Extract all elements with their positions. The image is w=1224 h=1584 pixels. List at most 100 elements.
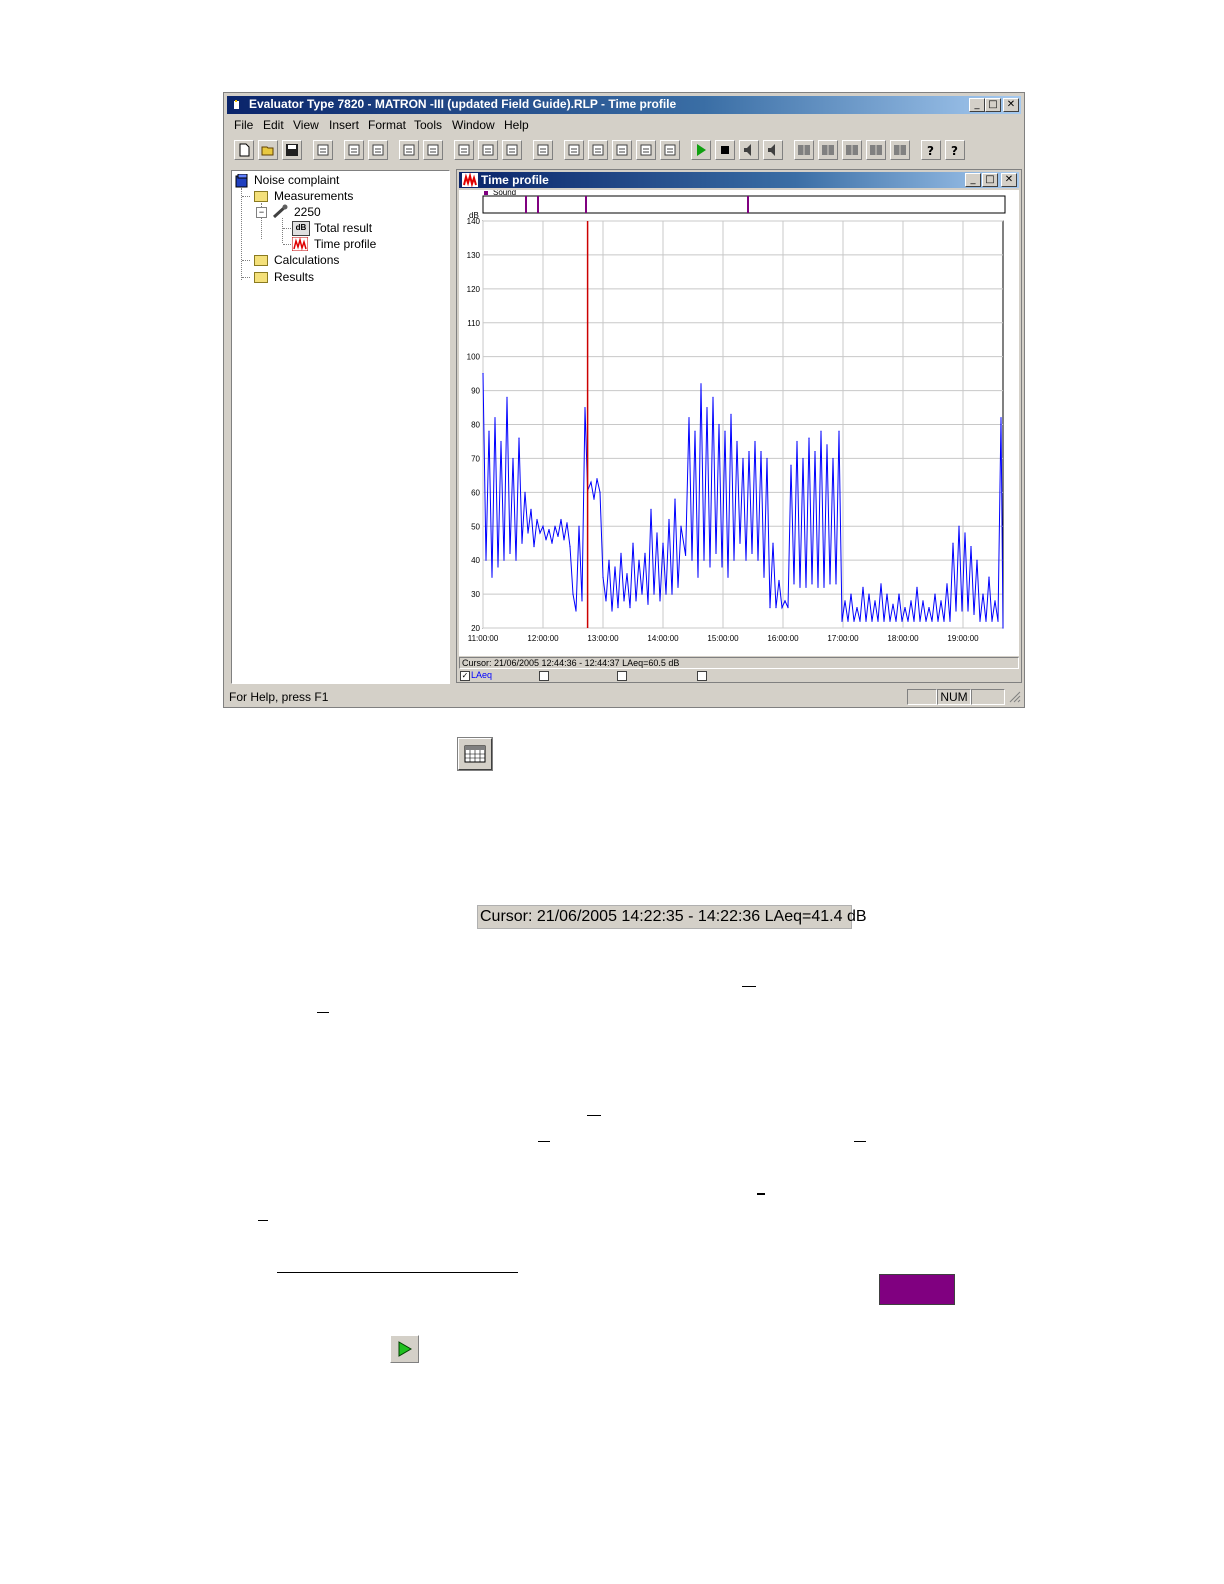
- laeq-data-point: [871, 620, 873, 622]
- child-close-button[interactable]: ✕: [1001, 173, 1017, 187]
- plot-area[interactable]: Sound dB 140 130 120 110 100 90 80 70 60 50 40 30 20 11…: [459, 188, 1019, 656]
- status-help-text: For Help, press F1: [229, 690, 329, 704]
- close-button[interactable]: ✕: [1003, 98, 1019, 112]
- speaker-off-button[interactable]: [763, 140, 783, 160]
- y-tick-label: 100: [467, 353, 481, 362]
- menu-insert[interactable]: Insert: [329, 118, 359, 132]
- marker-legend-swatch: [484, 191, 488, 195]
- laeq-data-point: [656, 532, 658, 534]
- new-button[interactable]: [234, 140, 254, 160]
- speaker-on-button[interactable]: [739, 140, 759, 160]
- play-button[interactable]: [390, 1335, 419, 1363]
- print-preview-button[interactable]: [344, 140, 364, 160]
- save-button[interactable]: [282, 140, 302, 160]
- menu-help[interactable]: Help: [504, 118, 529, 132]
- collapse-toggle[interactable]: −: [256, 207, 267, 218]
- laeq-data-point: [769, 607, 771, 609]
- stop-button[interactable]: [715, 140, 735, 160]
- laeq-data-point: [554, 525, 556, 527]
- tools-button[interactable]: [478, 140, 498, 160]
- laeq-data-point: [778, 579, 780, 582]
- laeq-data-point: [907, 620, 909, 622]
- laeq-data-point: [659, 600, 661, 602]
- laeq-data-point: [575, 610, 577, 612]
- x-tick-label: 12:00:00: [527, 634, 559, 643]
- copy-icon: [317, 144, 329, 156]
- edit-button[interactable]: [423, 140, 443, 160]
- tree-node-total-result[interactable]: Total result: [314, 221, 372, 235]
- help-button[interactable]: ?: [921, 140, 941, 160]
- tree-view[interactable]: Noise complaint Measurements − 2250 dB T…: [231, 170, 450, 684]
- underscore-mark: [258, 1220, 268, 1221]
- play-button[interactable]: [691, 140, 711, 160]
- minimize-button[interactable]: _: [969, 98, 985, 112]
- menu-view[interactable]: View: [293, 118, 319, 132]
- menu-edit[interactable]: Edit: [263, 118, 284, 132]
- open-button[interactable]: [258, 140, 278, 160]
- laeq-data-point: [718, 423, 720, 426]
- menu-tools[interactable]: Tools: [414, 118, 442, 132]
- menu-file[interactable]: File: [234, 118, 253, 132]
- tree-node-root[interactable]: Noise complaint: [254, 173, 339, 187]
- layout1-button[interactable]: [794, 140, 814, 160]
- calendar-button[interactable]: [457, 737, 493, 771]
- laeq-data-point: [620, 552, 622, 554]
- x-tick-label: 14:00:00: [647, 634, 679, 643]
- laeq-data-point: [518, 437, 520, 439]
- toolbar: ??: [227, 137, 1021, 165]
- laeq-data-point: [539, 532, 541, 534]
- y-tick-label: 130: [467, 251, 481, 260]
- tree-node-time-profile[interactable]: Time profile: [314, 237, 376, 251]
- tree-node-results[interactable]: Results: [274, 270, 314, 284]
- context-help-button[interactable]: ?: [945, 140, 965, 160]
- laeq-data-point: [931, 620, 933, 622]
- layout5-button[interactable]: [890, 140, 910, 160]
- series-checkbox-4[interactable]: [697, 671, 707, 681]
- laeq-data-point: [829, 583, 831, 585]
- series-checkbox-2[interactable]: [539, 671, 549, 681]
- child-minimize-button[interactable]: _: [965, 173, 981, 187]
- chart1-button[interactable]: [564, 140, 584, 160]
- laeq-data-point: [688, 417, 690, 419]
- folder-icon: [254, 191, 268, 202]
- layout3-button[interactable]: [842, 140, 862, 160]
- tree-node-calculations[interactable]: Calculations: [274, 253, 339, 267]
- laeq-data-point: [781, 607, 783, 609]
- chart3-button[interactable]: [612, 140, 632, 160]
- laeq-data-point: [569, 546, 571, 548]
- laeq-data-point: [536, 518, 538, 521]
- laeq-data-point: [982, 593, 984, 595]
- title-bar[interactable]: Evaluator Type 7820 - MATRON -III (updat…: [227, 96, 1021, 114]
- time-profile-chart[interactable]: SounddB140130120110100908070605040302011…: [459, 188, 1019, 656]
- chart2-button[interactable]: [588, 140, 608, 160]
- laeq-data-point: [647, 603, 649, 605]
- laeq-data-point: [712, 396, 714, 398]
- laeq-data-point: [802, 457, 804, 460]
- laeq-data-point: [865, 620, 867, 622]
- menu-format[interactable]: Format: [368, 118, 406, 132]
- laeq-data-point: [730, 413, 732, 415]
- laeq-data-point: [985, 620, 987, 622]
- laeq-checkbox[interactable]: ✓: [460, 671, 470, 681]
- layout4-button[interactable]: [866, 140, 886, 160]
- tree-node-2250[interactable]: 2250: [294, 205, 321, 219]
- tree-node-measurements[interactable]: Measurements: [274, 189, 353, 203]
- series-checkbox-3[interactable]: [617, 671, 627, 681]
- laeq-data-point: [790, 464, 792, 466]
- calendar-button[interactable]: [454, 140, 474, 160]
- menu-window[interactable]: Window: [452, 118, 495, 132]
- laeq-data-point: [697, 576, 699, 578]
- export-button[interactable]: [502, 140, 522, 160]
- child-maximize-button[interactable]: □: [982, 173, 998, 187]
- print-button[interactable]: [368, 140, 388, 160]
- layout2-button[interactable]: [818, 140, 838, 160]
- copy-button[interactable]: [313, 140, 333, 160]
- chart4-button[interactable]: [636, 140, 656, 160]
- tree-button[interactable]: [533, 140, 553, 160]
- child-title-bar[interactable]: Time profile _ □ ✕: [459, 172, 1019, 188]
- find-button[interactable]: [399, 140, 419, 160]
- laeq-data-point: [691, 559, 693, 561]
- maximize-button[interactable]: □: [985, 98, 1001, 112]
- resize-grip-icon[interactable]: [1009, 691, 1021, 703]
- chart5-button[interactable]: [660, 140, 680, 160]
